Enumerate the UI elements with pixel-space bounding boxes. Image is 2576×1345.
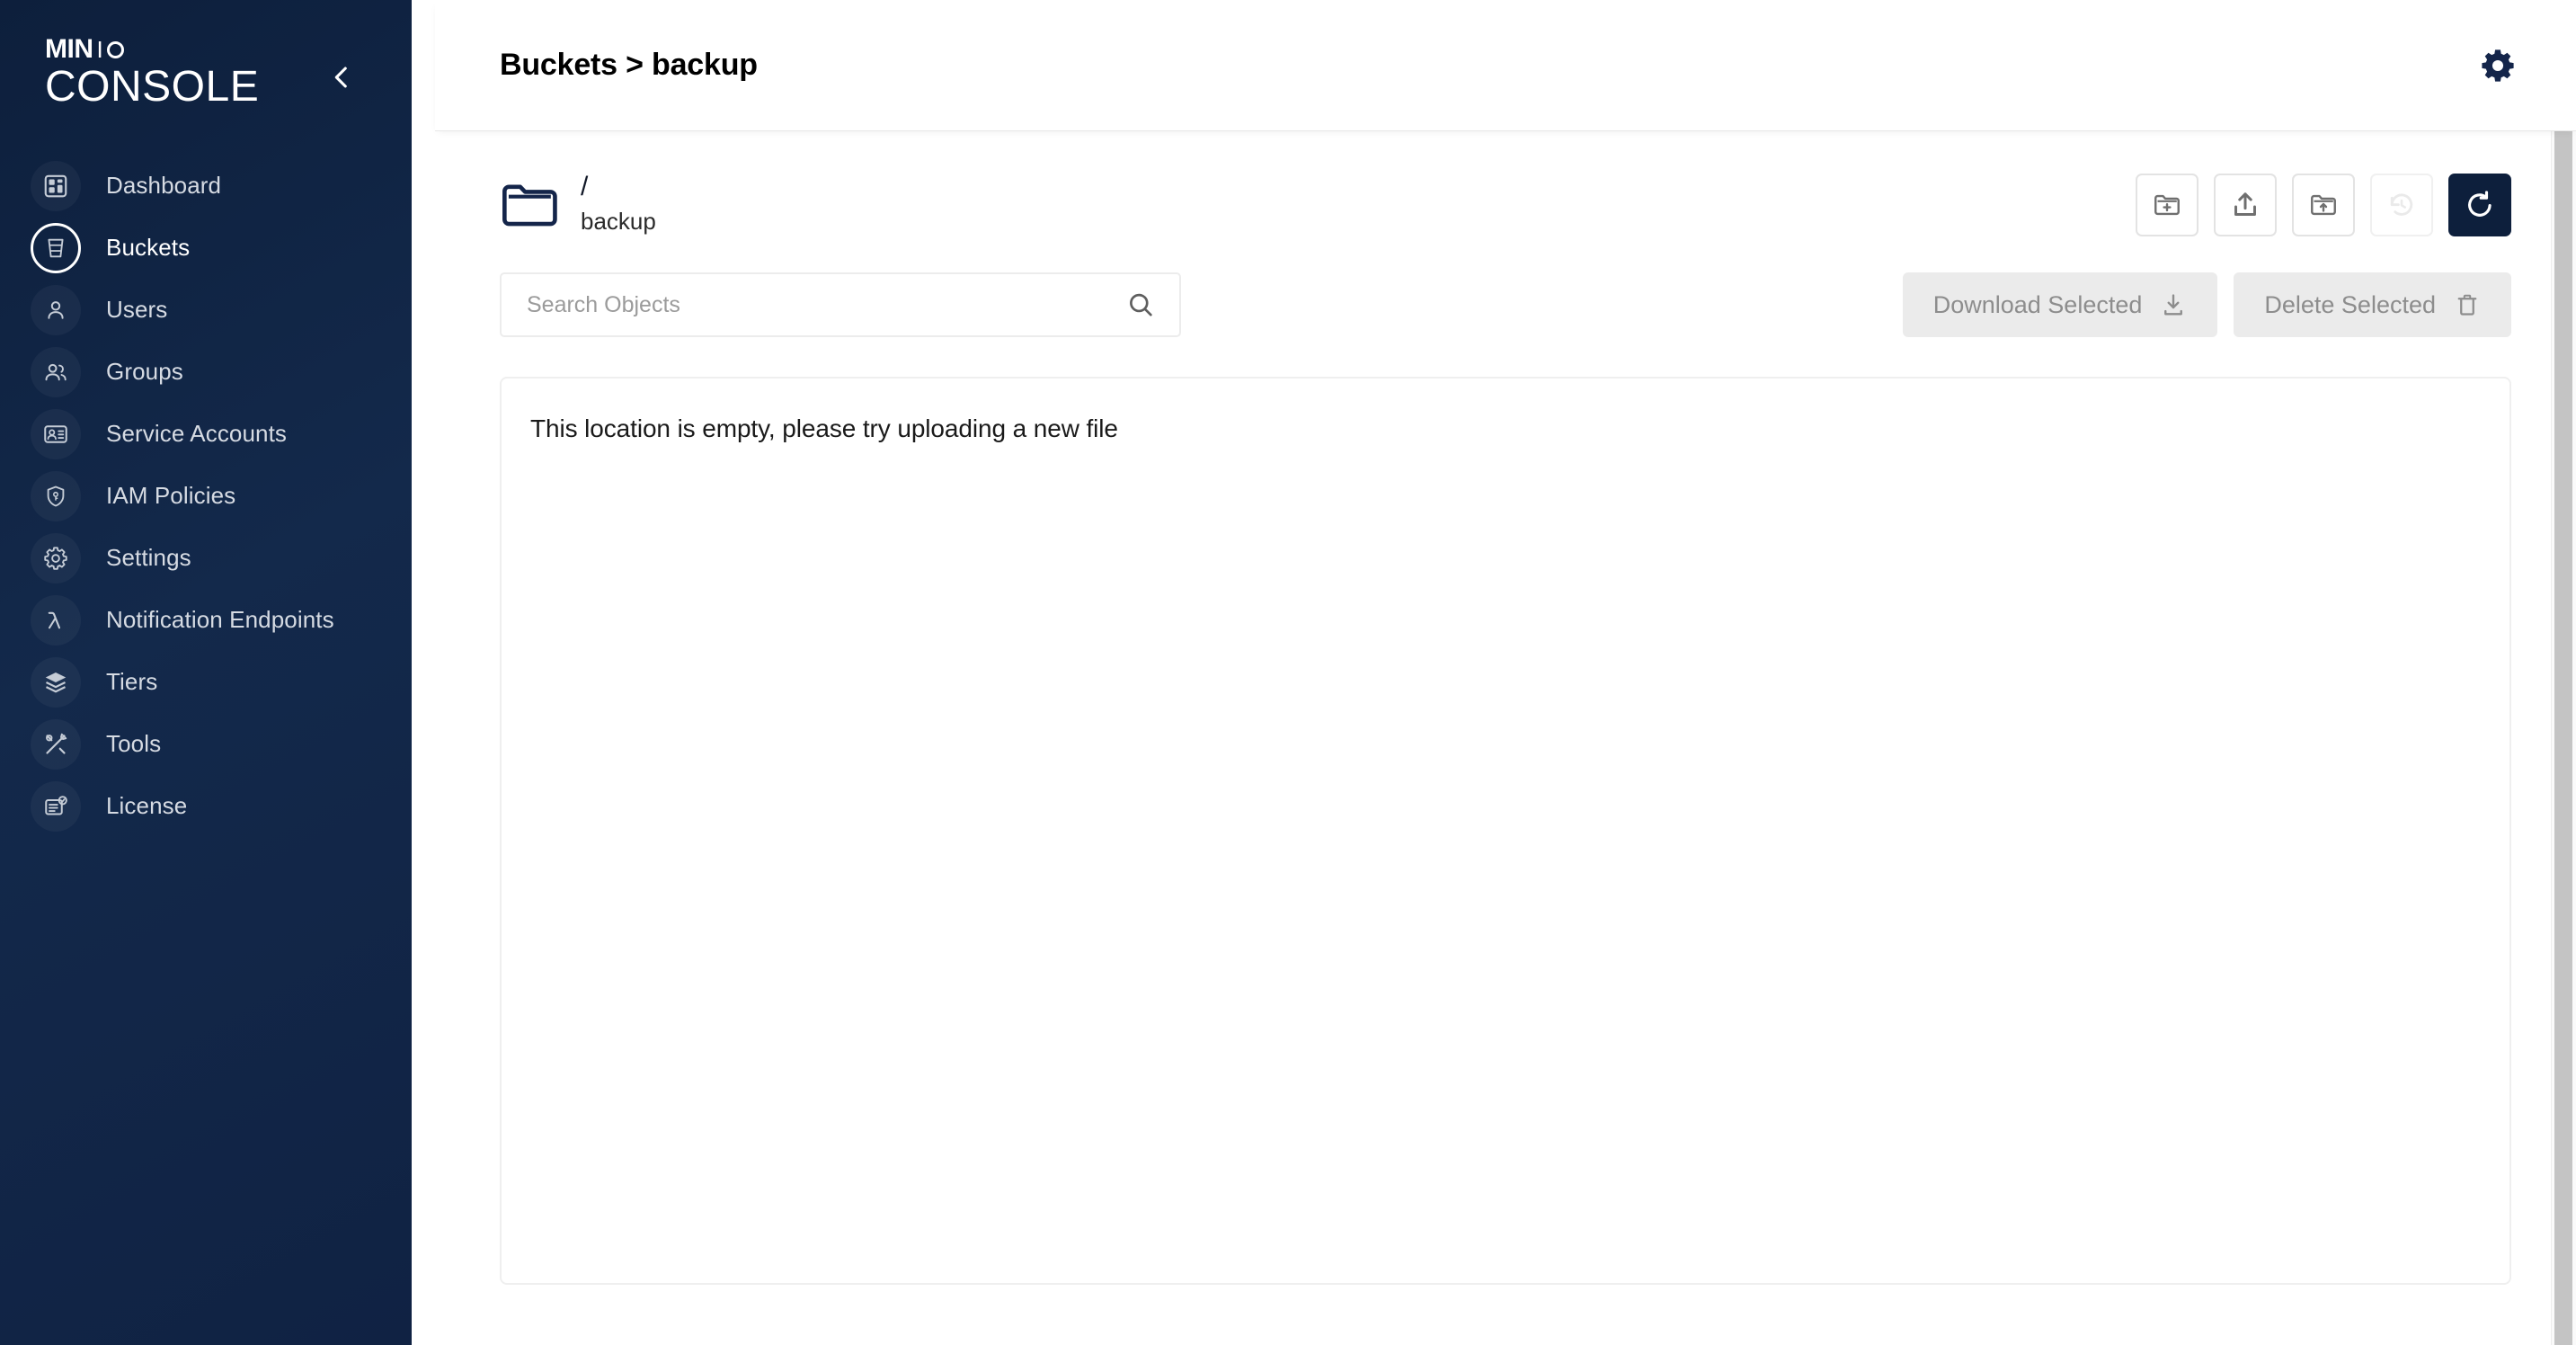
sidebar-item-label: Users [106,296,168,323]
object-browser-header: / backup [500,165,2511,251]
sidebar-item-license[interactable]: License [0,775,412,837]
gear-icon [2482,49,2514,82]
download-selected-button[interactable]: Download Selected [1902,272,2218,337]
user-icon [31,284,81,335]
sidebar-item-label: Groups [106,358,183,385]
upload-folder-button[interactable] [2292,174,2355,236]
path-root-label: / [581,172,589,201]
selection-actions: Download Selected Delete Selected [1902,272,2511,337]
upload-file-button[interactable] [2214,174,2277,236]
empty-state-message: This location is empty, please try uploa… [530,414,1118,442]
sidebar-item-settings[interactable]: Settings [0,527,412,589]
logo-o-circle-icon [106,40,124,58]
search-input[interactable] [527,291,1068,318]
sidebar-item-label: Tools [106,730,162,757]
sidebar-item-label: Settings [106,544,191,571]
delete-selected-label: Delete Selected [2264,290,2436,318]
trash-icon [2457,294,2477,316]
path-labels: / backup [581,172,656,236]
page-scrollbar-thumb[interactable] [2554,0,2572,1345]
top-bar: Buckets > backup [435,0,2576,130]
path-bucket-label: backup [581,208,656,235]
download-icon [2164,294,2183,316]
sidebar-item-label: Dashboard [106,172,222,199]
settings-button[interactable] [2466,34,2529,97]
sidebar-item-label: Buckets [106,234,191,261]
sidebar-item-buckets[interactable]: Buckets [0,217,412,279]
minio-wordmark: MIN I [45,34,259,64]
search-icon[interactable] [1125,289,1156,320]
main-area: Buckets > backup / backup Search Objects… [435,0,2576,1345]
create-new-path-button[interactable] [2136,174,2198,236]
sidebar-item-service-accounts[interactable]: Service Accounts [0,403,412,465]
folder-icon [502,184,557,227]
refresh-icon [2468,191,2492,217]
page-scrollbar-track[interactable] [2551,0,2576,1345]
brand-area: MIN I CONSOLE [0,0,412,111]
sidebar-item-notification-endpoints[interactable]: Notification Endpoints [0,589,412,651]
sidebar-item-groups[interactable]: Groups [0,341,412,403]
folder-upload-icon [2311,194,2336,216]
rewind-clock-icon [2390,193,2413,216]
bucket-icon [31,222,81,273]
id-card-icon [31,408,81,459]
sidebar-item-users[interactable]: Users [0,279,412,341]
lambda-icon [31,594,81,646]
breadcrumb: Buckets > backup [500,48,758,82]
refresh-button[interactable] [2448,174,2511,236]
tools-icon [31,718,81,770]
gear-icon [31,532,81,583]
sidebar-item-label: Tiers [106,668,158,695]
folder-plus-icon [2154,194,2180,216]
upload-icon [2234,192,2256,216]
logo-min-text: MIN [45,34,93,64]
shield-key-icon [31,470,81,521]
sidebar-item-tiers[interactable]: Tiers [0,651,412,713]
objects-list-card: This location is empty, please try uploa… [500,377,2511,1285]
download-selected-label: Download Selected [1932,290,2143,318]
sidebar-item-label: License [106,792,188,819]
search-objects-field[interactable] [500,272,1181,337]
minio-console-app: MIN I CONSOLE Dashboard Buckets Users Gr… [0,0,2576,1345]
object-browser: / backup Search Objects Download Selecte… [435,130,2576,1345]
rewind-button[interactable] [2370,174,2433,236]
license-icon [31,780,81,832]
object-toolbar: Download Selected Delete Selected [500,272,2511,337]
sidebar-collapse-button[interactable] [313,49,370,106]
sidebar-item-label: Notification Endpoints [106,606,334,633]
sidebar: MIN I CONSOLE Dashboard Buckets Users Gr… [0,0,412,1345]
delete-selected-button[interactable]: Delete Selected [2234,272,2511,337]
sidebar-item-label: Service Accounts [106,420,288,447]
minio-console-logo: MIN I CONSOLE [45,34,260,111]
sidebar-item-tools[interactable]: Tools [0,713,412,775]
sidebar-item-iam-policies[interactable]: IAM Policies [0,465,412,527]
dashboard-icon [31,160,81,211]
current-path: / backup [500,165,656,236]
object-action-buttons [2136,165,2511,236]
logo-i-text: I [96,36,103,63]
sidebar-item-label: IAM Policies [106,482,236,509]
sidebar-item-dashboard[interactable]: Dashboard [0,155,412,217]
sidebar-nav: Dashboard Buckets Users Groups Service A… [0,155,412,837]
logo-console-text: CONSOLE [45,63,260,111]
groups-icon [31,346,81,397]
layers-icon [31,656,81,708]
chevron-left-icon [334,67,347,88]
